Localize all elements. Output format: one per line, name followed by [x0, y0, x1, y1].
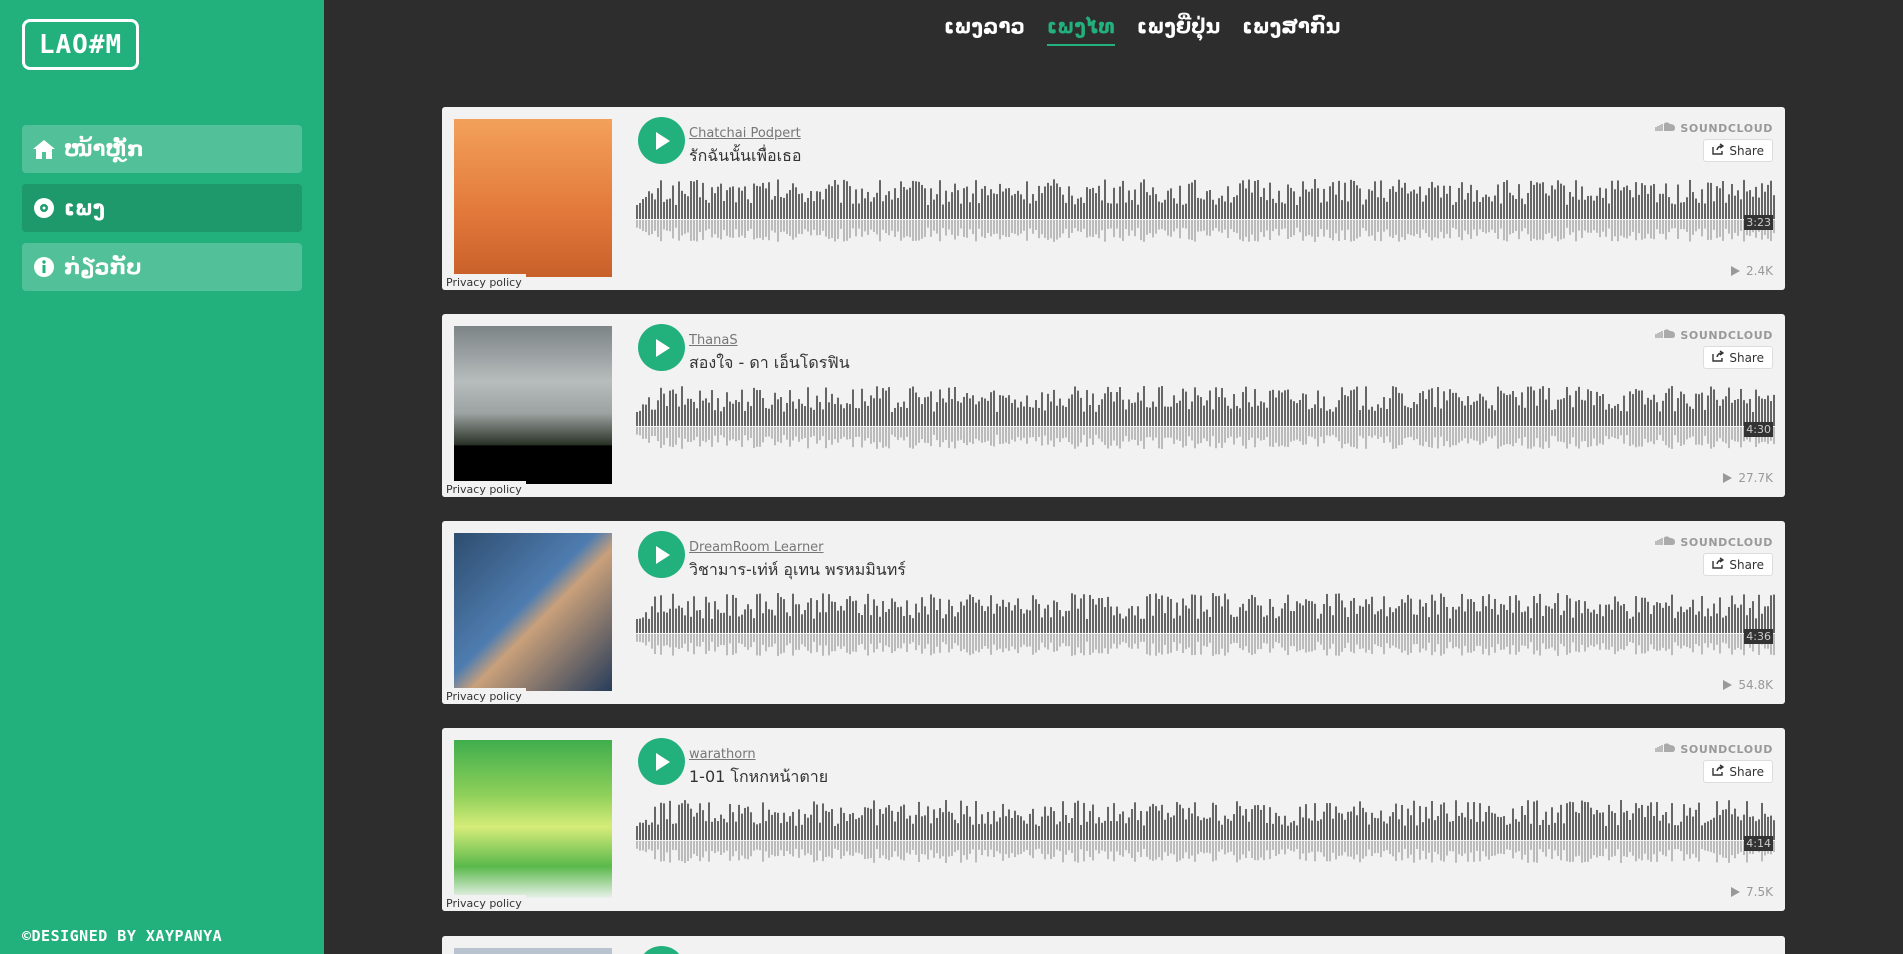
- play-count-icon: [1723, 473, 1733, 483]
- soundcloud-icon: [1654, 535, 1676, 549]
- privacy-policy-link[interactable]: Privacy policy: [442, 688, 526, 704]
- soundcloud-label: SOUNDCLOUD: [1680, 535, 1773, 549]
- sidebar-item-about[interactable]: ກ່ຽວກັບ: [22, 243, 302, 291]
- soundcloud-icon: [1654, 742, 1676, 756]
- soundcloud-label: SOUNDCLOUD: [1680, 121, 1773, 135]
- play-count-value: 2.4K: [1746, 264, 1773, 278]
- play-count-value: 7.5K: [1746, 885, 1773, 899]
- play-count-icon: [1731, 266, 1741, 276]
- track-artist-link[interactable]: Chatchai Podpert: [689, 126, 801, 141]
- info-icon: [32, 255, 56, 279]
- track-duration: 4:30: [1744, 422, 1773, 437]
- play-icon: [655, 131, 670, 150]
- track-duration: 3:23: [1744, 215, 1773, 230]
- sidebar: LAO#M ໜ້າຫຼັກ ເພງ ກ່ຽວກັບ ©DESIGNED BY X…: [0, 0, 324, 954]
- share-icon: [1712, 350, 1725, 365]
- track-card: Privacy policy DreamRoom Learner วิชามาร…: [442, 521, 1785, 704]
- soundcloud-icon: [1654, 121, 1676, 135]
- play-icon: [655, 752, 670, 771]
- share-button[interactable]: Share: [1703, 760, 1773, 783]
- album-art: [454, 948, 612, 954]
- share-button[interactable]: Share: [1703, 553, 1773, 576]
- tab-lao-songs[interactable]: ເພງລາວ: [944, 14, 1025, 46]
- share-label: Share: [1729, 350, 1764, 365]
- track-card: Privacy policy warathorn 1-01 โกหกหน้าตา…: [442, 728, 1785, 911]
- track-artist-link[interactable]: warathorn: [689, 747, 756, 762]
- track-duration: 4:14: [1744, 836, 1773, 851]
- disc-icon: [32, 196, 56, 220]
- tab-international-songs[interactable]: ເພງສາກົນ: [1242, 14, 1340, 46]
- track-artist-link[interactable]: DreamRoom Learner: [689, 540, 824, 555]
- play-count-icon: [1723, 680, 1733, 690]
- soundcloud-brand[interactable]: SOUNDCLOUD: [1654, 742, 1773, 756]
- soundcloud-label: SOUNDCLOUD: [1680, 742, 1773, 756]
- play-button[interactable]: [638, 324, 685, 371]
- track-card: Privacy policy Chatchai Podpert รักฉันนั…: [442, 107, 1785, 290]
- waveform[interactable]: [636, 796, 1776, 868]
- play-button[interactable]: [638, 946, 685, 954]
- soundcloud-brand[interactable]: SOUNDCLOUD: [1654, 535, 1773, 549]
- play-button[interactable]: [638, 738, 685, 785]
- logo[interactable]: LAO#M: [22, 19, 139, 70]
- album-art[interactable]: [454, 740, 612, 898]
- track-artist-link[interactable]: ThanaS: [689, 333, 738, 348]
- play-icon: [655, 545, 670, 564]
- play-count-value: 27.7K: [1738, 471, 1773, 485]
- privacy-policy-link[interactable]: Privacy policy: [442, 481, 526, 497]
- play-count: 2.4K: [1731, 264, 1773, 278]
- share-label: Share: [1729, 557, 1764, 572]
- waveform[interactable]: [636, 175, 1776, 247]
- play-button[interactable]: [638, 117, 685, 164]
- track-title: 1-01 โกหกหน้าตาย: [689, 767, 829, 786]
- share-icon: [1712, 143, 1725, 158]
- tab-thai-songs[interactable]: ເພງໄທ: [1046, 14, 1115, 46]
- soundcloud-label: SOUNDCLOUD: [1680, 328, 1773, 342]
- share-button[interactable]: Share: [1703, 346, 1773, 369]
- sidebar-item-label: ໜ້າຫຼັກ: [64, 137, 144, 161]
- play-count-value: 54.8K: [1738, 678, 1773, 692]
- soundcloud-brand[interactable]: SOUNDCLOUD: [1654, 121, 1773, 135]
- sidebar-item-label: ເພງ: [64, 196, 105, 220]
- play-count: 54.8K: [1723, 678, 1773, 692]
- play-count: 27.7K: [1723, 471, 1773, 485]
- waveform[interactable]: [636, 589, 1776, 661]
- track-title: สองใจ - ดา เอ็นโดรฟิน: [689, 353, 850, 372]
- track-title: รักฉันนั้นเพื่อเธอ: [689, 146, 802, 165]
- soundcloud-brand[interactable]: SOUNDCLOUD: [1654, 328, 1773, 342]
- track-card-partial: [442, 936, 1785, 954]
- track-card: Privacy policy ThanaS สองใจ - ดา เอ็นโดร…: [442, 314, 1785, 497]
- privacy-policy-link[interactable]: Privacy policy: [442, 274, 526, 290]
- play-count-icon: [1731, 887, 1741, 897]
- category-tabs: ເພງລາວ ເພງໄທ ເພງຍີ່ປຸ່ນ ເພງສາກົນ: [944, 14, 1340, 46]
- track-duration: 4:36: [1744, 629, 1773, 644]
- tab-japanese-songs[interactable]: ເພງຍີ່ປຸ່ນ: [1137, 14, 1220, 46]
- home-icon: [32, 137, 56, 161]
- play-button[interactable]: [638, 531, 685, 578]
- sidebar-item-label: ກ່ຽວກັບ: [64, 255, 142, 279]
- privacy-policy-link[interactable]: Privacy policy: [442, 895, 526, 911]
- share-button[interactable]: Share: [1703, 139, 1773, 162]
- album-art[interactable]: [454, 533, 612, 691]
- share-label: Share: [1729, 764, 1764, 779]
- share-icon: [1712, 764, 1725, 779]
- soundcloud-icon: [1654, 328, 1676, 342]
- share-icon: [1712, 557, 1725, 572]
- album-art[interactable]: [454, 326, 612, 484]
- share-label: Share: [1729, 143, 1764, 158]
- play-icon: [655, 338, 670, 357]
- track-title: วิชามาร-เท่ห์ อุเทน พรหมมินทร์: [689, 560, 906, 579]
- sidebar-item-songs[interactable]: ເພງ: [22, 184, 302, 232]
- footer-credit: ©DESIGNED BY XAYPANYA: [22, 927, 223, 945]
- play-count: 7.5K: [1731, 885, 1773, 899]
- album-art[interactable]: [454, 119, 612, 277]
- sidebar-item-home[interactable]: ໜ້າຫຼັກ: [22, 125, 302, 173]
- waveform[interactable]: [636, 382, 1776, 454]
